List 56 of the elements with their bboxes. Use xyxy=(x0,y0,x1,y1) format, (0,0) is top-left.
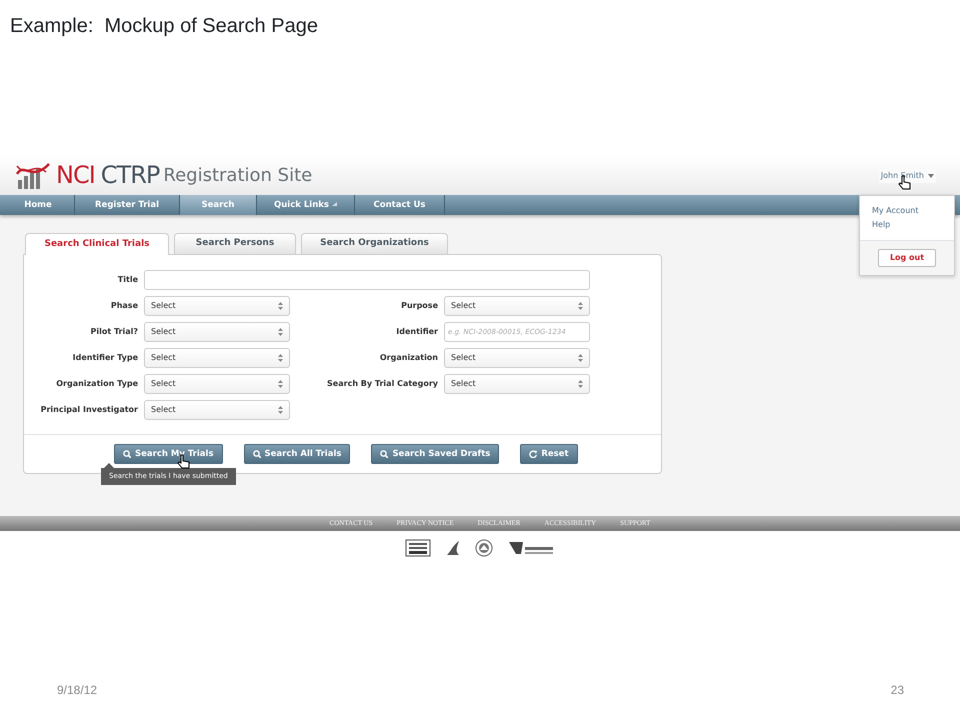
select-arrows-icon xyxy=(578,354,583,362)
select-field[interactable]: Select xyxy=(144,296,290,316)
select-arrows-icon xyxy=(278,380,283,388)
field-label: Identifier Type xyxy=(72,352,138,364)
search-icon xyxy=(252,450,261,458)
search-button[interactable]: Reset xyxy=(520,444,578,464)
slide-date: 9/18/12 xyxy=(57,682,98,699)
select-arrows-icon xyxy=(278,328,283,336)
search-button[interactable]: Search All Trials xyxy=(244,444,350,464)
eagle-logo-icon xyxy=(445,539,461,557)
caret-icon xyxy=(332,202,337,206)
select-arrows-icon xyxy=(278,354,283,362)
field-label: Purpose xyxy=(400,300,438,312)
nav-item[interactable]: Quick Links xyxy=(257,195,355,215)
select-arrows-icon xyxy=(278,302,283,310)
select-arrows-icon xyxy=(578,302,583,310)
menu-item[interactable]: My Account xyxy=(860,204,954,218)
select-field[interactable]: Select xyxy=(144,374,290,394)
field-label: Phase xyxy=(110,300,138,312)
select-arrows-icon xyxy=(278,406,283,414)
select-field[interactable]: Select xyxy=(144,348,290,368)
select-field[interactable]: Select xyxy=(444,374,590,394)
caret-icon xyxy=(928,174,934,178)
field-label: Identifier xyxy=(395,326,438,338)
nav-item[interactable]: Contact Us xyxy=(355,195,445,215)
search-icon xyxy=(380,450,388,458)
field-label: Search By Trial Category xyxy=(326,378,438,390)
field-label: Organization Type xyxy=(55,378,138,390)
nav-item[interactable]: Home xyxy=(2,195,75,215)
field-label: Organization xyxy=(378,352,438,364)
government-logo-icon xyxy=(507,539,555,557)
select-field[interactable]: Select xyxy=(444,348,590,368)
page-number: 23 xyxy=(890,682,904,699)
tab[interactable]: Search Persons xyxy=(174,233,296,254)
tab[interactable]: Search Clinical Trials xyxy=(25,233,169,255)
tab[interactable]: Search Organizations xyxy=(301,233,448,254)
site-title: NCI xyxy=(56,160,95,191)
logout-button[interactable]: Log out xyxy=(878,249,936,267)
agency-logo-icon xyxy=(405,539,431,557)
field-label: Title xyxy=(116,274,138,286)
site-title: CTRP xyxy=(100,160,160,191)
nav-item[interactable]: Search xyxy=(180,195,257,215)
search-button[interactable]: Search Saved Drafts xyxy=(371,444,500,464)
slide-title: Example: Mockup of Search Page xyxy=(9,14,319,39)
select-field[interactable]: Select xyxy=(144,400,290,420)
seal-logo-icon xyxy=(475,539,493,557)
select-field[interactable]: Select xyxy=(144,322,290,342)
search-icon xyxy=(123,450,131,458)
field-label: Principal Investigator xyxy=(40,404,138,416)
select-field[interactable]: Select xyxy=(444,296,590,316)
select-arrows-icon xyxy=(578,380,583,388)
field-label: Pilot Trial? xyxy=(90,326,138,338)
site-title: Registration Site xyxy=(163,164,312,188)
reset-icon xyxy=(529,450,538,458)
input-field[interactable] xyxy=(144,270,590,290)
menu-item[interactable]: Help xyxy=(860,218,954,232)
